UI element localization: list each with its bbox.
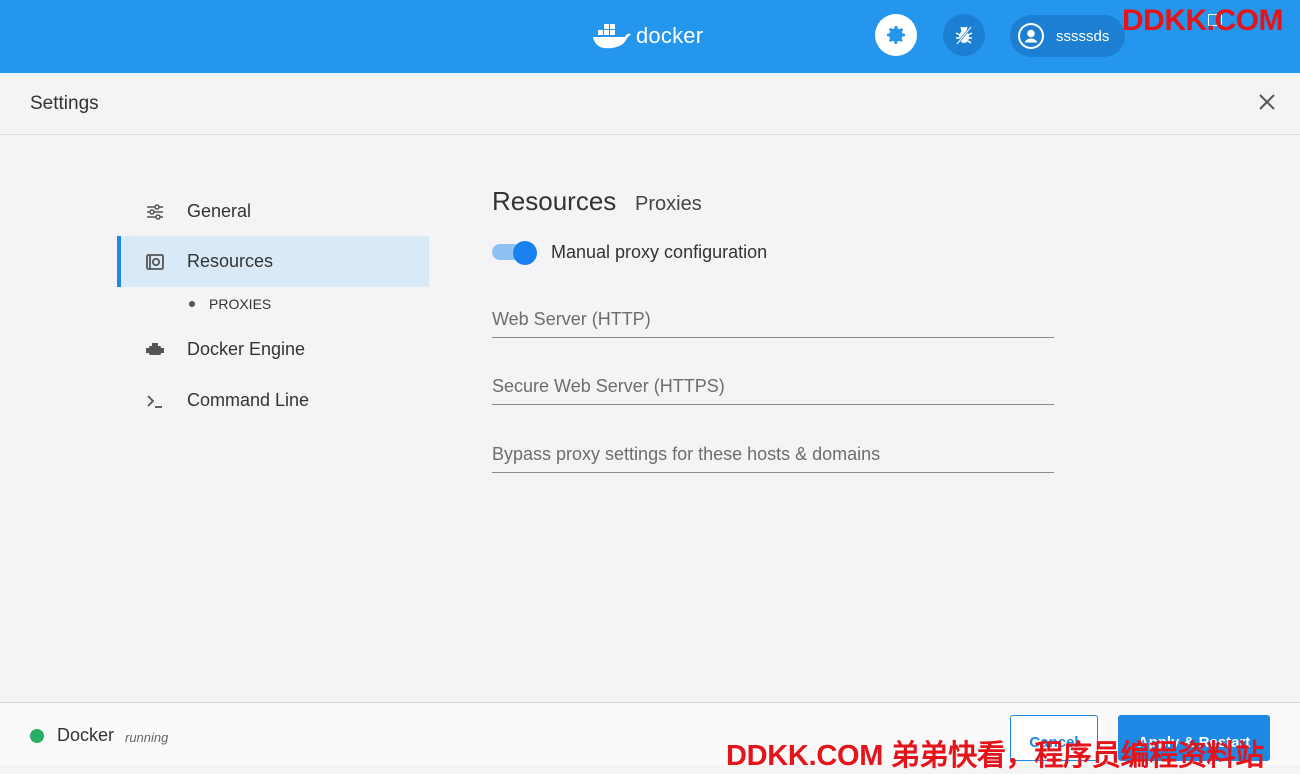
sidebar-item-docker-engine[interactable]: Docker Engine (117, 324, 429, 375)
sidebar-item-label: Command Line (187, 390, 310, 410)
docker-whale-icon (593, 24, 631, 49)
watermark-bottom: DDKK.COM 弟弟快看，程序员编程资料站 (726, 740, 1264, 772)
resources-icon (146, 254, 164, 270)
settings-button[interactable] (875, 14, 917, 56)
gear-icon (887, 26, 905, 44)
settings-header: Settings (0, 73, 1300, 135)
docker-logo: docker (592, 20, 703, 52)
http-proxy-input[interactable] (492, 302, 1054, 338)
sidebar-item-label: Resources (187, 251, 274, 271)
bug-icon (955, 26, 973, 45)
troubleshoot-button[interactable] (943, 14, 985, 56)
user-account-button[interactable]: sssssds (1010, 15, 1125, 57)
watermark-top: DDKK.COM (1122, 4, 1284, 37)
close-settings-button[interactable] (1256, 91, 1278, 113)
user-icon (1020, 25, 1042, 47)
top-bar: docker sssssds DDKK.COM (0, 0, 1300, 73)
sidebar-subitem-proxies[interactable]: PROXIES (189, 296, 271, 312)
close-icon (1259, 94, 1275, 110)
sidebar-item-label: General (187, 201, 252, 221)
status-state: running (125, 730, 169, 745)
section-subtitle: Proxies (635, 193, 702, 215)
docker-logo-text: docker (636, 23, 704, 48)
engine-icon (146, 343, 164, 355)
sliders-icon (147, 204, 163, 220)
sidebar-item-general[interactable]: General (117, 186, 429, 237)
sidebar-subitem-label: PROXIES (209, 296, 272, 312)
section-title: Resources (492, 186, 617, 216)
user-name: sssssds (1056, 27, 1110, 45)
toggle-knob (513, 241, 537, 265)
avatar (1018, 23, 1044, 49)
manual-proxy-toggle[interactable] (492, 241, 538, 265)
terminal-icon (147, 395, 162, 408)
sidebar-item-command-line[interactable]: Command Line (117, 375, 429, 426)
status-name: Docker (57, 725, 115, 745)
sidebar-item-label: Docker Engine (187, 339, 306, 359)
status-indicator (30, 729, 44, 743)
page-title: Settings (30, 93, 99, 114)
bypass-proxy-input[interactable] (492, 437, 1054, 473)
sidebar-item-resources[interactable]: Resources (117, 236, 429, 287)
bullet-icon (189, 301, 195, 307)
https-proxy-input[interactable] (492, 369, 1054, 405)
manual-proxy-label: Manual proxy configuration (551, 242, 768, 262)
